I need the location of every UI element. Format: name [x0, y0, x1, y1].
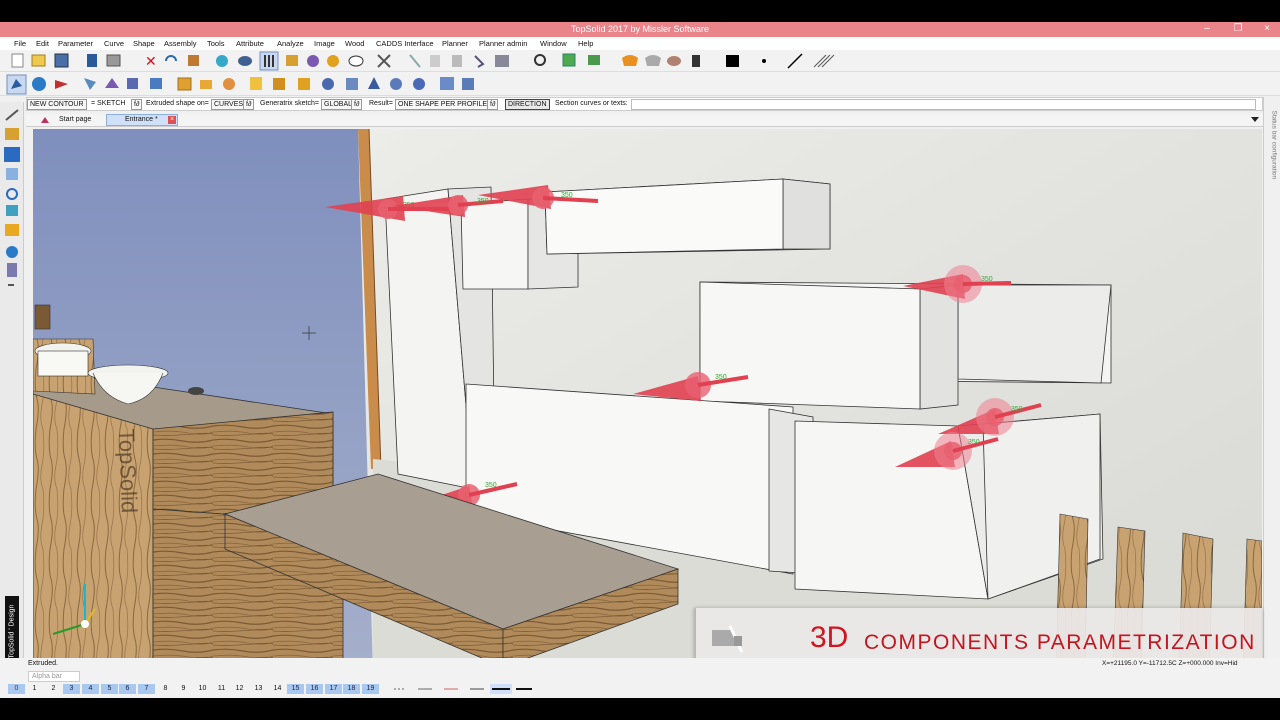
main-toolbar: ✕ — [0, 50, 1280, 72]
arrow-6-label: 350 — [1011, 406, 1023, 413]
layer-2[interactable]: 2 — [45, 684, 62, 694]
arrow-4-label: 350 — [981, 276, 993, 283]
layer-1[interactable]: 1 — [26, 684, 43, 694]
menu-parameter[interactable]: Parameter — [58, 39, 93, 48]
layer-13[interactable]: 13 — [250, 684, 267, 694]
generatrix-sketch-value[interactable]: GLOBAL — [321, 99, 356, 110]
extruded-param-button[interactable]: f∂ — [243, 99, 255, 110]
sketch-param-button[interactable]: f∂ — [131, 99, 143, 110]
layer-16[interactable]: 16 — [306, 684, 323, 694]
layer-10[interactable]: 10 — [194, 684, 211, 694]
close-button[interactable]: × — [1258, 23, 1276, 35]
app-window: TopSolid 2017 by Missler Software – ❐ × … — [0, 22, 1280, 698]
section-curves-label: Section curves or texts: — [555, 100, 628, 107]
menu-wood[interactable]: Wood — [345, 39, 364, 48]
arrow-3-label: 350 — [561, 192, 573, 199]
extruded-shape-label: Extruded shape on= — [146, 100, 209, 107]
layer-19[interactable]: 19 — [362, 684, 379, 694]
line-style-selector[interactable] — [390, 683, 550, 695]
3d-viewport[interactable]: 350 350 350 350 350 350 350 TopSolid — [33, 129, 1262, 676]
menu-cadds-interface[interactable]: CADDS Interface — [376, 39, 434, 48]
coordinates-readout: X=+21195.0 Y=-11712.5C Z=+000.000 Inv=Hi… — [1102, 660, 1238, 667]
document-tab-bar: Start page Entrance * × — [26, 114, 1263, 127]
left-palette-icons[interactable] — [0, 106, 24, 286]
menu-curve[interactable]: Curve — [104, 39, 124, 48]
result-value[interactable]: ONE SHAPE PER PROFILE — [395, 99, 491, 110]
layer-3[interactable]: 3 — [63, 684, 80, 694]
menu-edit[interactable]: Edit — [36, 39, 49, 48]
window-title: TopSolid 2017 by Missler Software — [570, 24, 710, 34]
menu-image[interactable]: Image — [314, 39, 335, 48]
crate-brand-text: TopSolid — [114, 428, 142, 513]
tab-entrance-label: Entrance * — [125, 116, 158, 123]
layer-0[interactable]: 0 — [8, 684, 25, 694]
layer-6[interactable]: 6 — [119, 684, 136, 694]
status-bar-config-panel[interactable]: Status bar configuration — [1263, 97, 1280, 677]
tab-close-icon[interactable]: × — [168, 116, 176, 124]
layer-9[interactable]: 9 — [175, 684, 192, 694]
maximize-button[interactable]: ❐ — [1229, 23, 1247, 35]
menu-window[interactable]: Window — [540, 39, 567, 48]
arrow-2-label: 350 — [477, 198, 489, 205]
direction-button[interactable]: DIRECTION — [505, 99, 550, 110]
layer-11[interactable]: 11 — [213, 684, 230, 694]
main-toolbar-icons[interactable]: ✕ — [0, 50, 860, 72]
menu-tools[interactable]: Tools — [207, 39, 225, 48]
svg-text:✕: ✕ — [145, 53, 157, 69]
sketch-option[interactable]: = SKETCH — [89, 99, 127, 110]
screen: TopSolid 2017 by Missler Software – ❐ × … — [0, 0, 1280, 720]
tab-dropdown-icon[interactable] — [1251, 117, 1259, 122]
shape-toolbar-icons[interactable] — [0, 72, 480, 96]
layer-4[interactable]: 4 — [82, 684, 99, 694]
title-bar: TopSolid 2017 by Missler Software – ❐ × — [0, 22, 1280, 37]
options-bar: NEW CONTOUR = SKETCH f∂ Extruded shape o… — [26, 97, 1263, 111]
menu-shape[interactable]: Shape — [133, 39, 155, 48]
menu-planner[interactable]: Planner — [442, 39, 468, 48]
arrow-5-label: 350 — [715, 374, 727, 381]
result-label: Result= — [369, 100, 393, 107]
layer-12[interactable]: 12 — [231, 684, 248, 694]
3d-scene[interactable]: 350 350 350 350 350 350 350 TopSolid — [33, 129, 1262, 676]
status-bar: Extruded. Alpha bar X=+21195.0 Y=-11712.… — [0, 658, 1280, 698]
menu-attribute[interactable]: Attribute — [236, 39, 264, 48]
layer-7[interactable]: 7 — [138, 684, 155, 694]
banner-3d-text: 3D — [810, 621, 849, 654]
alpha-bar-input[interactable]: Alpha bar — [28, 671, 80, 682]
menu-assembly[interactable]: Assembly — [164, 39, 197, 48]
status-bar-config-label: Status bar configuration — [1270, 110, 1278, 180]
new-contour-button[interactable]: NEW CONTOUR — [27, 99, 87, 110]
result-param-button[interactable]: f∂ — [487, 99, 499, 110]
layer-5[interactable]: 5 — [101, 684, 118, 694]
shape-toolbar — [0, 72, 1280, 96]
layer-14[interactable]: 14 — [269, 684, 286, 694]
minimize-button[interactable]: – — [1198, 23, 1216, 35]
status-message: Extruded. — [28, 660, 58, 667]
menu-bar: File Edit Parameter Curve Shape Assembly… — [0, 37, 1280, 50]
menu-file[interactable]: File — [14, 39, 26, 48]
menu-planner-admin[interactable]: Planner admin — [479, 39, 527, 48]
layer-18[interactable]: 18 — [343, 684, 360, 694]
arrow-7-label: 350 — [968, 439, 980, 446]
layer-17[interactable]: 17 — [325, 684, 342, 694]
extruded-shape-value[interactable]: CURVES — [211, 99, 247, 110]
component-logo-icon — [710, 624, 746, 654]
start-page-icon — [40, 115, 50, 125]
menu-analyze[interactable]: Analyze — [277, 39, 304, 48]
layer-15[interactable]: 15 — [287, 684, 304, 694]
menu-help[interactable]: Help — [578, 39, 593, 48]
arrow-8-label: 350 — [485, 482, 497, 489]
layer-8[interactable]: 8 — [157, 684, 174, 694]
tab-start-page[interactable]: Start page — [59, 116, 91, 123]
section-curves-input[interactable] — [631, 99, 1256, 110]
generatrix-sketch-label: Generatrix sketch= — [260, 100, 319, 107]
generatrix-param-button[interactable]: f∂ — [351, 99, 363, 110]
banner-title: COMPONENTS PARAMETRIZATION — [864, 631, 1256, 654]
